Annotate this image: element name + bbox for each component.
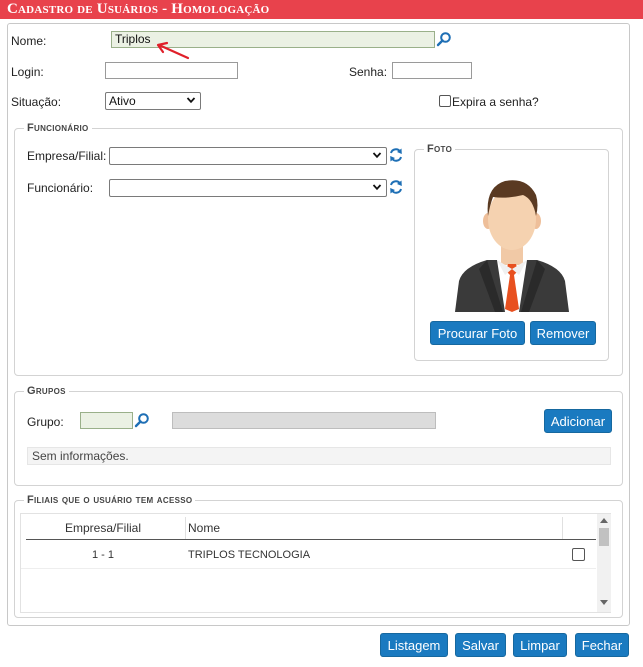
senha-input[interactable]: [392, 62, 472, 79]
grupo-code-input[interactable]: [80, 412, 133, 429]
column-header-empresa: Empresa/Filial: [65, 521, 142, 535]
empresa-label: Empresa/Filial:: [27, 149, 107, 163]
search-icon[interactable]: [436, 31, 452, 47]
vertical-scrollbar[interactable]: [597, 514, 611, 612]
refresh-icon[interactable]: [389, 147, 403, 163]
senha-label: Senha:: [349, 65, 388, 79]
grupos-empty-message: Sem informações.: [27, 447, 611, 465]
grupo-label: Grupo:: [27, 415, 64, 429]
salvar-button[interactable]: Salvar: [455, 633, 506, 657]
situacao-select[interactable]: Ativo: [105, 92, 201, 110]
row-select-checkbox[interactable]: [572, 548, 585, 561]
window-title: Cadastro de Usuários - Homologação: [0, 0, 643, 19]
chevron-down-icon: [372, 184, 382, 191]
chevron-down-icon: [186, 97, 196, 104]
funcionario-select[interactable]: [109, 179, 387, 197]
grupos-legend: Grupos: [24, 385, 69, 397]
login-input[interactable]: [105, 62, 238, 79]
column-divider: [185, 517, 186, 539]
filiais-table: Empresa/Filial Nome 1 - 1 TRIPLOS TECNOL…: [20, 513, 611, 613]
listagem-button[interactable]: Listagem: [380, 633, 448, 657]
scroll-up-icon[interactable]: [600, 517, 608, 523]
avatar: [455, 180, 569, 312]
annotation-arrow: [156, 41, 190, 60]
limpar-button[interactable]: Limpar: [513, 633, 567, 657]
cell-empresa-filial: 1 - 1: [92, 549, 115, 561]
procurar-foto-button[interactable]: Procurar Foto: [430, 321, 525, 345]
search-icon[interactable]: [134, 412, 150, 428]
adicionar-button[interactable]: Adicionar: [544, 409, 612, 433]
refresh-icon[interactable]: [389, 179, 403, 195]
empresa-select[interactable]: [109, 147, 387, 165]
foto-legend: Foto: [424, 143, 456, 155]
column-divider: [562, 517, 563, 539]
scroll-down-icon[interactable]: [600, 600, 608, 606]
remover-button[interactable]: Remover: [530, 321, 596, 345]
scrollbar-thumb[interactable]: [599, 528, 609, 546]
nome-label: Nome:: [11, 34, 47, 48]
user-photo-placeholder: [447, 161, 577, 312]
situacao-value: Ativo: [109, 94, 136, 108]
grupo-name-field: [172, 412, 436, 429]
table-row[interactable]: 1 - 1 TRIPLOS TECNOLOGIA: [26, 541, 596, 566]
funcionario-legend: Funcionário: [24, 122, 92, 134]
situacao-label: Situação:: [11, 95, 62, 109]
chevron-down-icon: [372, 152, 382, 159]
column-header-nome: Nome: [188, 521, 221, 535]
filiais-legend: Filiais que o usuário tem acesso: [24, 494, 196, 506]
funcionario-label: Funcionário:: [27, 181, 94, 195]
expira-label: Expira a senha?: [452, 95, 539, 109]
expira-checkbox[interactable]: [439, 95, 451, 107]
login-label: Login:: [11, 65, 44, 79]
row-separator: [21, 568, 596, 569]
cell-nome: TRIPLOS TECNOLOGIA: [188, 549, 311, 561]
fechar-button[interactable]: Fechar: [575, 633, 629, 657]
grupos-fieldset: [14, 391, 623, 486]
